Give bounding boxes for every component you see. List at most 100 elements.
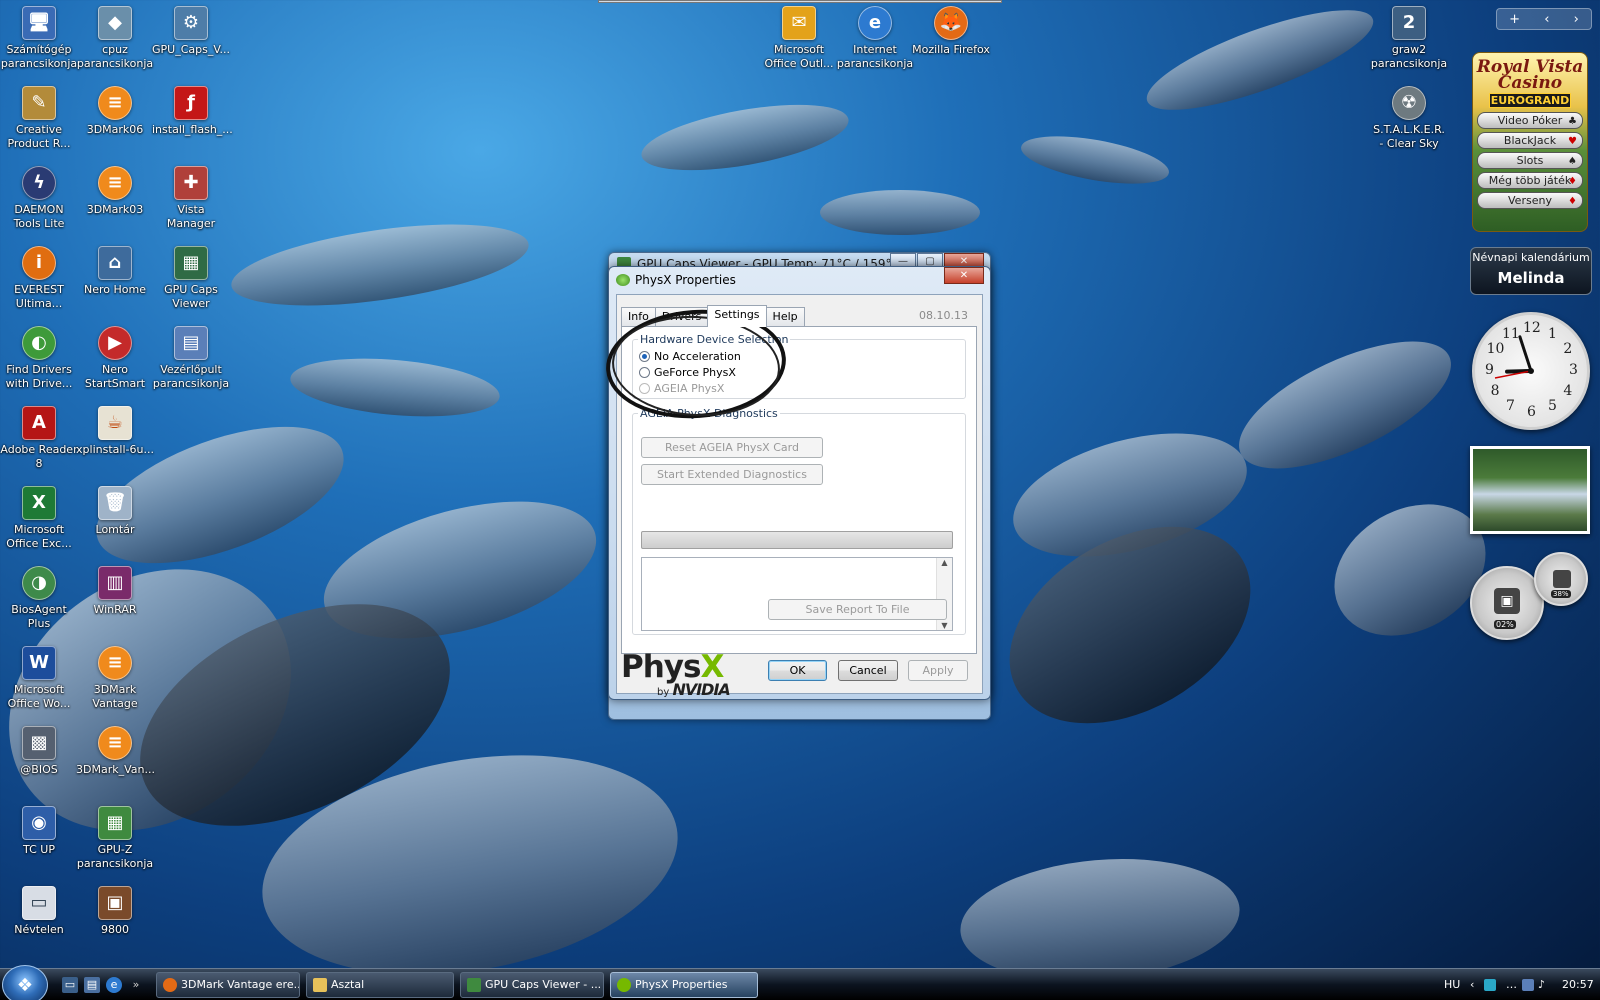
desktop-icon-gpu-caps-shortcut[interactable]: ⚙ GPU_Caps_V... xyxy=(152,6,230,57)
language-indicator[interactable]: HU xyxy=(1444,978,1460,991)
slideshow-gadget[interactable] xyxy=(1470,446,1590,534)
desktop-icon-cpuz[interactable]: ◆ cpuz parancsikonja xyxy=(76,6,154,71)
clock-gadget[interactable]: 12 1 2 3 4 5 6 7 8 9 10 11 xyxy=(1472,312,1590,430)
nero-home-icon: ⌂ xyxy=(98,246,132,280)
desktop-icon-graw2[interactable]: 2 graw2 parancsikonja xyxy=(1370,6,1448,71)
switch-windows-icon[interactable]: ▤ xyxy=(84,977,100,993)
dialog-close-button[interactable]: ✕ xyxy=(944,267,984,284)
desktop-icon-3dmark-vantage[interactable]: ≡ 3DMark Vantage xyxy=(76,646,154,711)
clock-time[interactable]: 20:57 xyxy=(1562,978,1594,991)
desktop-icon-control-panel[interactable]: ▤ Vezérlőpult parancsikonja xyxy=(152,326,230,391)
tray-expand-icon[interactable]: ‹ xyxy=(1470,978,1474,991)
desktop-icon-label: Vista Manager xyxy=(166,203,216,230)
taskbar-button-3dmark-vantage[interactable]: 3DMark Vantage ere... xyxy=(156,972,300,998)
sidebar-next-button[interactable]: › xyxy=(1574,12,1579,27)
gpu-z-icon: ▦ xyxy=(98,806,132,840)
desktop-icon-creative[interactable]: ✎ Creative Product R... xyxy=(0,86,78,151)
ram-meter-gadget[interactable]: 38% xyxy=(1534,552,1588,606)
scroll-up-icon[interactable]: ▲ xyxy=(937,558,952,567)
desktop-icon-excel[interactable]: X Microsoft Office Exc... xyxy=(0,486,78,551)
desktop-icon-nero-home[interactable]: ⌂ Nero Home xyxy=(76,246,154,297)
desktop-icon-adobe-reader[interactable]: A Adobe Reader 8 xyxy=(0,406,78,471)
desktop-icon-winrar[interactable]: ▥ WinRAR xyxy=(76,566,154,617)
ok-button[interactable]: OK xyxy=(768,660,827,681)
network-tray-icon[interactable] xyxy=(1484,979,1496,991)
internet-explorer-quicklaunch-icon[interactable]: e xyxy=(106,977,122,993)
desktop-icon-atbios[interactable]: ▩ @BIOS xyxy=(0,726,78,777)
tab-info[interactable]: Info xyxy=(621,307,656,326)
casino-blackjack-button[interactable]: BlackJack ♥ xyxy=(1477,132,1583,149)
apply-button[interactable]: Apply xyxy=(908,660,968,681)
desktop-icon-tc-up[interactable]: ◉ TC UP xyxy=(0,806,78,857)
taskbar-button-physx-properties[interactable]: PhysX Properties xyxy=(610,972,758,998)
desktop-icon-label: xplinstall-6u... xyxy=(76,443,154,456)
cpuz-icon: ◆ xyxy=(98,6,132,40)
desktop-icon-3dmark06[interactable]: ≡ 3DMark06 xyxy=(76,86,154,137)
volume-icon[interactable]: ♪ xyxy=(1538,978,1545,991)
taskbar-button-asztal[interactable]: Asztal xyxy=(306,972,454,998)
casino-tournament-button[interactable]: Verseny ♦ xyxy=(1477,192,1583,209)
add-gadget-button[interactable]: + xyxy=(1509,12,1520,27)
casino-title: Royal Vista Casino xyxy=(1476,57,1584,93)
task-label: Asztal xyxy=(331,978,365,991)
tab-drivers[interactable]: Drivers xyxy=(654,307,709,326)
desktop-icon-label: 3DMark Vantage xyxy=(92,683,138,710)
desktop-icon-stalker[interactable]: ☢ S.T.A.L.K.E.R. - Clear Sky xyxy=(1370,86,1448,151)
taskbar-button-gpu-caps-viewer[interactable]: GPU Caps Viewer - ... xyxy=(460,972,604,998)
name-day-gadget[interactable]: Névnapi kalendárium Melinda xyxy=(1470,247,1592,295)
start-button[interactable]: ❖ xyxy=(2,965,48,1000)
casino-video-poker-button[interactable]: Video Póker ♣ xyxy=(1477,112,1583,129)
quicklaunch-overflow-icon[interactable]: » xyxy=(128,977,144,993)
show-desktop-icon[interactable]: ▭ xyxy=(62,977,78,993)
desktop-icon-recycle-bin[interactable]: 🗑 Lomtár xyxy=(76,486,154,537)
casino-more-games-button[interactable]: Még több játék ♦ xyxy=(1477,172,1583,189)
desktop-icon-9800[interactable]: ▣ 9800 xyxy=(76,886,154,937)
desktop-icon-everest[interactable]: i EVEREST Ultima... xyxy=(0,246,78,311)
radio-no-acceleration[interactable]: No Acceleration xyxy=(639,348,965,364)
tray-overflow-icon[interactable]: … xyxy=(1506,978,1517,991)
desktop-icon-install-flash[interactable]: ƒ install_flash_... xyxy=(152,86,233,137)
desktop-icon-daemon-tools[interactable]: ϟ DAEMON Tools Lite xyxy=(0,166,78,231)
gpu-caps-icon: ⚙ xyxy=(174,6,208,40)
desktop-icon-computer[interactable]: 🖥 Számítógép parancsikonja xyxy=(0,6,78,71)
casino-slots-button[interactable]: Slots ♠ xyxy=(1477,152,1583,169)
scroll-down-icon[interactable]: ▼ xyxy=(937,621,952,630)
desktop-icon-internet[interactable]: e Internet parancsikonja xyxy=(836,6,914,71)
desktop-icon-find-drivers[interactable]: ◐ Find Drivers with Drive... xyxy=(0,326,78,391)
radio-geforce-physx[interactable]: GeForce PhysX xyxy=(639,364,965,380)
diagnostics-progress-bar xyxy=(641,531,953,549)
desktop-icon-gpu-caps-viewer[interactable]: ▦ GPU Caps Viewer xyxy=(152,246,230,311)
reset-ageia-card-button[interactable]: Reset AGEIA PhysX Card xyxy=(641,437,823,458)
tc-up-icon: ◉ xyxy=(22,806,56,840)
ram-usage-value: 38% xyxy=(1551,590,1571,598)
java-icon: ☕ xyxy=(98,406,132,440)
physx-properties-dialog[interactable]: PhysX Properties ✕ Info Drivers Settings… xyxy=(608,266,991,700)
desktop-icon-nero-startsmart[interactable]: ▶ Nero StartSmart xyxy=(76,326,154,391)
start-extended-diagnostics-button[interactable]: Start Extended Diagnostics xyxy=(641,464,823,485)
desktop-icon-untitled[interactable]: ▭ Névtelen xyxy=(0,886,78,937)
casino-button-label: Még több játék xyxy=(1488,174,1572,187)
desktop-icon-label: DAEMON Tools Lite xyxy=(13,203,65,230)
tab-settings[interactable]: Settings xyxy=(707,305,767,327)
desktop-icon-label: Névtelen xyxy=(14,923,64,936)
desktop-icon-3dmark-vantage-shortcut[interactable]: ≡ 3DMark_Van... xyxy=(76,726,155,777)
desktop-icon-vista-manager[interactable]: ✚ Vista Manager xyxy=(152,166,230,231)
desktop-icon-gpu-z[interactable]: ▦ GPU-Z parancsikonja xyxy=(76,806,154,871)
sidebar-prev-button[interactable]: ‹ xyxy=(1544,12,1549,27)
desktop-icon-outlook[interactable]: ✉ Microsoft Office Outl... xyxy=(760,6,838,71)
desktop-icon-java-install[interactable]: ☕ xplinstall-6u... xyxy=(76,406,154,457)
vista-manager-icon: ✚ xyxy=(174,166,208,200)
settings-panel: Hardware Device Selection No Acceleratio… xyxy=(621,326,977,654)
tab-help[interactable]: Help xyxy=(765,307,805,326)
desktop-icon-biosagent[interactable]: ◑ BiosAgent Plus xyxy=(0,566,78,631)
cancel-button[interactable]: Cancel xyxy=(838,660,898,681)
clock-hands xyxy=(1494,335,1534,379)
desktop-icon-firefox[interactable]: 🦊 Mozilla Firefox xyxy=(912,6,990,57)
document-icon: ▭ xyxy=(22,886,56,920)
desktop-icon-3dmark03[interactable]: ≡ 3DMark03 xyxy=(76,166,154,217)
desktop-icon-label: Creative Product R... xyxy=(7,123,71,150)
desktop-icon-word[interactable]: W Microsoft Office Wo... xyxy=(0,646,78,711)
save-report-button[interactable]: Save Report To File xyxy=(768,599,947,620)
monitor-tray-icon[interactable] xyxy=(1522,979,1534,991)
cpu-meter-gadget[interactable]: ▣ 02% xyxy=(1470,566,1544,640)
